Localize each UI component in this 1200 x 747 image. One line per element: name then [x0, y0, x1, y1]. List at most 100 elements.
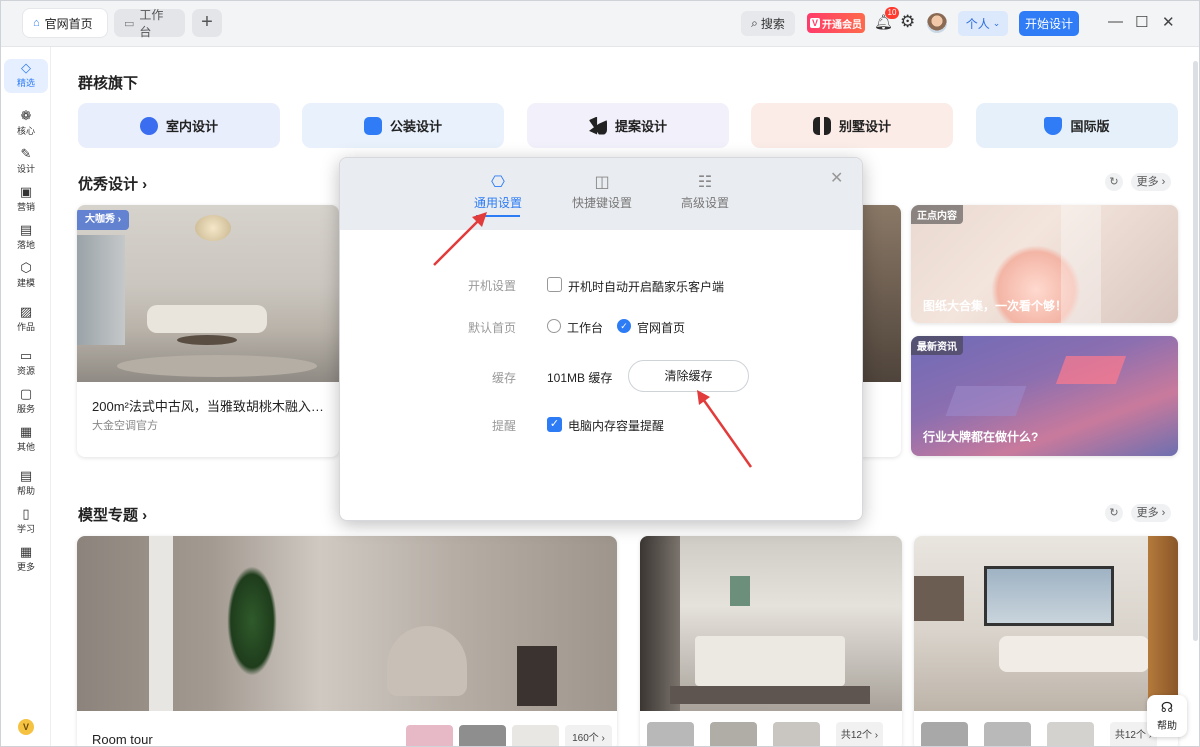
radio-workbench[interactable]: [547, 319, 561, 333]
dialog-tab-label: 通用设置: [473, 196, 522, 210]
clear-cache-button[interactable]: 清除缓存: [628, 360, 749, 392]
excellent-section-title[interactable]: 优秀设计 ›: [78, 173, 147, 194]
villa-design-icon: [812, 116, 831, 135]
tab-official-home[interactable]: ⌂ 官网首页: [23, 9, 107, 37]
tab-advanced-settings[interactable]: ☷ 高级设置: [660, 172, 750, 211]
model-card-room-tour[interactable]: Room tour 160个 ›: [77, 536, 617, 746]
group-card-proposal[interactable]: 提案设计: [527, 103, 729, 148]
sidebar-item-resources[interactable]: ▭ 资源: [1, 347, 51, 381]
shield-icon: [1044, 116, 1063, 135]
more-button[interactable]: 更多 ›: [1131, 504, 1171, 522]
news-title: 图纸大合集，一次看个够！: [923, 299, 1068, 313]
avatar[interactable]: [927, 13, 947, 33]
sidebar-item-learn[interactable]: ▯ 学习: [1, 505, 51, 539]
radio-workbench-label[interactable]: 工作台: [567, 319, 603, 336]
thumb-count[interactable]: 160个 ›: [565, 725, 612, 746]
sidebar-item-label: 精选: [16, 78, 35, 88]
folder-icon: ▭: [19, 348, 33, 363]
sidebar-item-help[interactable]: ▤ 帮助: [1, 467, 51, 501]
tab-workbench[interactable]: ▭ 工作台: [114, 8, 185, 39]
sidebar-item-marketing[interactable]: ▣ 营销: [1, 183, 51, 217]
model-section-title[interactable]: 模型专题 ›: [78, 504, 147, 525]
tab-label: 官网首页: [44, 16, 93, 31]
sidebar-item-works[interactable]: ▨ 作品: [1, 303, 51, 337]
sidebar-item-label: 作品: [16, 322, 35, 332]
vip-level-icon[interactable]: V: [18, 719, 34, 735]
search-button[interactable]: ⌕ 搜索: [741, 11, 795, 36]
sidebar-item-more[interactable]: ▦ 更多: [1, 543, 51, 577]
grid-icon: ▦: [19, 424, 33, 439]
tab-general-settings[interactable]: ⎔ 通用设置: [453, 172, 543, 217]
search-icon: ⌕: [751, 16, 758, 30]
remind-option-label[interactable]: 电脑内存容量提醒: [568, 417, 664, 434]
swatch-thumb: [1047, 722, 1094, 746]
group-card-interior[interactable]: 室内设计: [78, 103, 280, 148]
cache-value: 101MB 缓存: [547, 371, 613, 385]
help-button[interactable]: ☊ 帮助: [1147, 695, 1187, 737]
close-icon[interactable]: ✕: [830, 168, 843, 188]
minimize-icon[interactable]: —: [1108, 13, 1123, 30]
public-design-icon: [363, 116, 382, 135]
more-button[interactable]: 更多 ›: [1131, 173, 1171, 191]
sidebar-item-design[interactable]: ✎ 设计: [1, 145, 51, 179]
scrollbar[interactable]: [1193, 61, 1198, 641]
tab-shortcut-settings[interactable]: ◫ 快捷键设置: [557, 172, 647, 211]
sidebar-item-landing[interactable]: ▤ 落地: [1, 221, 51, 255]
dialog-tab-label: 高级设置: [680, 196, 729, 210]
startup-label: 开机设置: [467, 279, 516, 293]
close-window-icon[interactable]: ✕: [1162, 13, 1175, 31]
featured-design-card[interactable]: 大咖秀 › 200m²法式中古风，当雅致胡桃木融入… 大金空调官方: [77, 205, 339, 457]
news-card-industry[interactable]: 最新资讯 行业大牌都在做什么?: [911, 336, 1178, 456]
help-label: 帮助: [1157, 721, 1177, 732]
remind-checkbox[interactable]: ✓: [547, 417, 562, 432]
vip-button[interactable]: V 开通会员: [807, 13, 865, 33]
swatch-thumb: [773, 722, 820, 746]
desktop-icon: ▭: [124, 17, 135, 30]
design-card-partial[interactable]: [861, 205, 901, 457]
help-doc-icon: ▤: [19, 468, 33, 483]
start-design-button[interactable]: 开始设计: [1019, 11, 1079, 36]
startup-checkbox[interactable]: [547, 277, 562, 292]
refresh-icon[interactable]: ↻: [1105, 173, 1123, 191]
service-icon: ▢: [19, 386, 33, 401]
gear-ring-icon: ⎔: [491, 174, 505, 191]
sidebar-item-core[interactable]: ❁ 核心: [1, 107, 51, 141]
model-card-living[interactable]: 共12个 ›: [914, 536, 1178, 746]
swatch-thumb: [710, 722, 757, 746]
sidebar-item-label: 营销: [16, 202, 35, 212]
group-card-villa[interactable]: 别墅设计: [751, 103, 953, 148]
group-card-public[interactable]: 公装设计: [302, 103, 504, 148]
clipboard-icon: ▤: [19, 222, 33, 237]
cluster-icon: ❁: [20, 108, 32, 123]
shopping-icon: ▣: [19, 184, 33, 199]
news-tag: 正点内容: [911, 205, 963, 224]
sidebar-item-service[interactable]: ▢ 服务: [1, 385, 51, 419]
sidebar-item-featured[interactable]: ◇ 精选: [4, 59, 48, 93]
bedroom-image: [640, 536, 902, 711]
swatch-thumb: [984, 722, 1031, 746]
group-card-label: 室内设计: [165, 119, 218, 134]
sidebar-item-other[interactable]: ▦ 其他: [1, 423, 51, 457]
refresh-icon[interactable]: ↻: [1105, 504, 1123, 522]
news-card-content[interactable]: 正点内容 图纸大合集，一次看个够！: [911, 205, 1178, 323]
cache-label: 缓存: [491, 371, 516, 385]
settings-gear-icon[interactable]: ⚙: [900, 12, 915, 32]
living-room-image: [77, 205, 339, 382]
sidebar: ◇ 精选 ❁ 核心 ✎ 设计 ▣ 营销 ▤ 落地 ⬡ 建模 ▨ 作品 ▭ 资源: [1, 47, 51, 746]
group-card-international[interactable]: 国际版: [976, 103, 1178, 148]
personal-dropdown[interactable]: 个人 ⌄: [958, 11, 1008, 36]
radio-official-home-label[interactable]: 官网首页: [637, 319, 685, 336]
notification-bell-icon[interactable]: 🔔︎ 10: [874, 7, 899, 33]
radio-official-home[interactable]: ✓: [617, 319, 631, 333]
model-card-bedroom[interactable]: 共12个 ›: [640, 536, 902, 746]
add-tab-button[interactable]: +: [192, 9, 222, 37]
swatch-thumb: [647, 722, 694, 746]
sidebar-item-modeling[interactable]: ⬡ 建模: [1, 259, 51, 293]
thumb-count[interactable]: 共12个 ›: [836, 722, 883, 746]
maximize-icon[interactable]: ☐: [1135, 13, 1148, 31]
room-tour-image: [77, 536, 617, 711]
dining-room-image: [861, 205, 901, 382]
sidebar-item-label: 核心: [16, 126, 35, 136]
startup-option-label[interactable]: 开机时自动开启酷家乐客户端: [568, 278, 724, 295]
sidebar-item-label: 服务: [16, 404, 35, 414]
